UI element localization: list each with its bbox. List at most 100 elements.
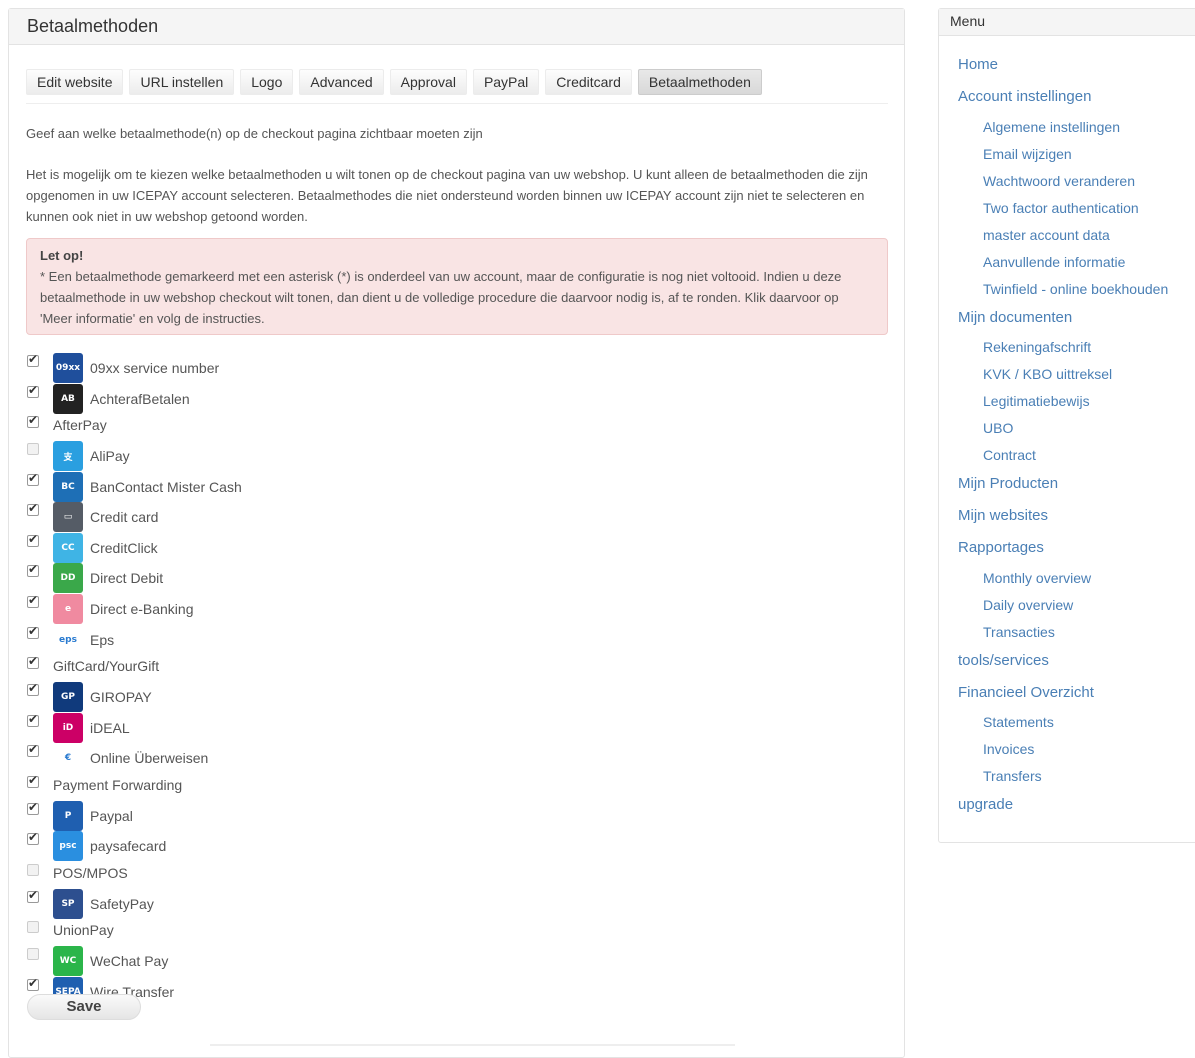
menu-item-mijn-documenten[interactable]: Mijn documenten <box>958 306 1193 338</box>
online-ueberweisen-icon: € <box>53 743 83 774</box>
save-button[interactable]: Save <box>27 994 141 1020</box>
menu-item-home[interactable]: Home <box>958 53 1193 85</box>
tab-logo[interactable]: Logo <box>240 69 294 95</box>
tab-approval[interactable]: Approval <box>389 69 467 95</box>
achterafbetalen-icon: AB <box>53 383 83 414</box>
payment-method-label: Credit card <box>90 509 159 526</box>
payment-method-row: eps Eps <box>27 624 427 655</box>
payment-method-row: CC CreditClick <box>27 532 427 563</box>
payment-method-label: GiftCard/YourGift <box>53 658 160 675</box>
menu-item-mijn-websites[interactable]: Mijn websites <box>958 504 1193 536</box>
tab-advanced[interactable]: Advanced <box>299 69 384 95</box>
menu-subitem-kvk-kbo-uittreksel[interactable]: KVK / KBO uittreksel <box>958 364 1193 391</box>
checkbox-wire-transfer[interactable] <box>27 976 39 991</box>
tab-bar: Edit website URL instellen Logo Advanced App… <box>26 69 888 104</box>
tab-betaalmethoden[interactable]: Betaalmethoden <box>637 69 762 95</box>
checkbox-ideal[interactable] <box>27 712 39 727</box>
checkbox-creditclick[interactable] <box>27 532 39 547</box>
menu-subitem-statements[interactable]: Statements <box>958 712 1193 739</box>
payment-method-label: AliPay <box>90 448 130 465</box>
payment-method-row: UnionPay <box>27 918 427 945</box>
payment-method-row: GP GIROPAY <box>27 681 427 713</box>
checkbox-giropay[interactable] <box>27 681 39 697</box>
checkbox-online-berweisen[interactable] <box>27 742 39 758</box>
menu-subitem-invoices[interactable]: Invoices <box>958 739 1193 766</box>
menu-subitem-aanvullende-informatie[interactable]: Aanvullende informatie <box>958 252 1193 279</box>
alert-text: * Een betaalmethode gemarkeerd met een a… <box>40 269 842 326</box>
payment-method-row: GiftCard/YourGift <box>27 654 427 681</box>
payment-method-row: AfterPay <box>27 413 427 440</box>
payment-method-label: iDEAL <box>90 719 130 736</box>
payment-method-label: Direct e-Banking <box>90 601 194 618</box>
payment-method-row: WC WeChat Pay <box>27 945 427 977</box>
menu-item-financieel-overzicht[interactable]: Financieel Overzicht <box>958 681 1193 713</box>
payment-method-label: GIROPAY <box>90 689 152 706</box>
payment-method-row: € Online Überweisen <box>27 742 427 774</box>
description-text: Het is mogelijk om te kiezen welke betaa… <box>26 167 868 224</box>
checkbox-pos-mpos[interactable] <box>27 863 39 876</box>
eps-icon: eps <box>53 624 83 655</box>
credit-card-icon: ▭ <box>53 502 83 533</box>
checkbox-direct-e-banking[interactable] <box>27 593 39 609</box>
checkbox-safetypay[interactable] <box>27 888 39 903</box>
checkbox-bancontact-mister-cash[interactable] <box>27 471 39 486</box>
menu-title: Menu <box>939 9 1195 36</box>
payment-method-label: Online Überweisen <box>90 750 209 767</box>
menu-subitem-algemene-instellingen[interactable]: Algemene instellingen <box>958 117 1193 144</box>
menu-subitem-rekeningafschrift[interactable]: Rekeningafschrift <box>958 337 1193 364</box>
paypal-icon: P <box>53 800 83 831</box>
checkbox-giftcard-yourgift[interactable] <box>27 654 39 670</box>
checkbox-paypal[interactable] <box>27 800 39 815</box>
alipay-icon: 支 <box>53 441 83 472</box>
menu-subitem-contract[interactable]: Contract <box>958 445 1193 472</box>
checkbox-09xx-service-number[interactable] <box>27 352 39 367</box>
checkbox-alipay[interactable] <box>27 443 39 456</box>
payment-method-label: BanContact Mister Cash <box>90 478 242 495</box>
payment-method-label: AchterafBetalen <box>90 390 190 407</box>
payment-method-label: AfterPay <box>53 417 107 434</box>
menu-subitem-twinfield-online-boekhouden[interactable]: Twinfield - online boekhouden <box>958 279 1193 306</box>
menu-subitem-master-account-data[interactable]: master account data <box>958 225 1193 252</box>
menu-subitem-transacties[interactable]: Transacties <box>958 622 1193 649</box>
checkbox-unionpay[interactable] <box>27 921 39 934</box>
payment-method-label: Paypal <box>90 807 133 824</box>
menu-subitem-email-wijzigen[interactable]: Email wijzigen <box>958 144 1193 171</box>
payment-method-row: ▭ Credit card <box>27 501 427 533</box>
checkbox-afterpay[interactable] <box>27 413 39 429</box>
payment-method-row: psc paysafecard <box>27 830 427 862</box>
checkbox-payment-forwarding[interactable] <box>27 773 39 788</box>
menu-item-upgrade[interactable]: upgrade <box>958 793 1193 825</box>
payment-method-row: 09xx 09xx service number <box>27 352 427 383</box>
payment-method-row: P Paypal <box>27 800 427 831</box>
checkbox-paysafecard[interactable] <box>27 830 39 846</box>
menu-subitem-wachtwoord-veranderen[interactable]: Wachtwoord veranderen <box>958 171 1193 198</box>
creditclick-icon: CC <box>53 532 83 563</box>
paysafecard-icon: psc <box>53 831 83 862</box>
payment-method-row: AB AchterafBetalen <box>27 383 427 414</box>
payment-method-label: Direct Debit <box>90 570 164 587</box>
menu-subitem-transfers[interactable]: Transfers <box>958 766 1193 793</box>
menu-item-tools-services[interactable]: tools/services <box>958 649 1193 681</box>
payment-method-label: 09xx service number <box>90 360 220 376</box>
tab-edit-website[interactable]: Edit website <box>26 69 124 95</box>
menu-subitem-ubo[interactable]: UBO <box>958 418 1193 445</box>
menu-item-account-instellingen[interactable]: Account instellingen <box>958 85 1193 117</box>
menu-subitem-two-factor-authentication[interactable]: Two factor authentication <box>958 198 1193 225</box>
tab-creditcard[interactable]: Creditcard <box>545 69 632 95</box>
menu-subitem-legitimatiebewijs[interactable]: Legitimatiebewijs <box>958 391 1193 418</box>
menu-item-rapportages[interactable]: Rapportages <box>958 536 1193 568</box>
checkbox-wechat-pay[interactable] <box>27 948 39 961</box>
checkbox-direct-debit[interactable] <box>27 562 39 578</box>
bancontact-icon: BC <box>53 471 83 502</box>
menu-item-mijn-producten[interactable]: Mijn Producten <box>958 472 1193 504</box>
tab-paypal[interactable]: PayPal <box>472 69 540 95</box>
checkbox-eps[interactable] <box>27 624 39 639</box>
menu-subitem-daily-overview[interactable]: Daily overview <box>958 595 1193 622</box>
tab-url-instellen[interactable]: URL instellen <box>129 69 235 95</box>
payment-method-row: e Direct e-Banking <box>27 593 427 625</box>
payment-method-label: SafetyPay <box>90 895 154 912</box>
checkbox-achterafbetalen[interactable] <box>27 383 39 398</box>
checkbox-credit-card[interactable] <box>27 501 39 517</box>
menu-subitem-monthly-overview[interactable]: Monthly overview <box>958 568 1193 595</box>
service-number-icon: 09xx <box>53 353 83 383</box>
